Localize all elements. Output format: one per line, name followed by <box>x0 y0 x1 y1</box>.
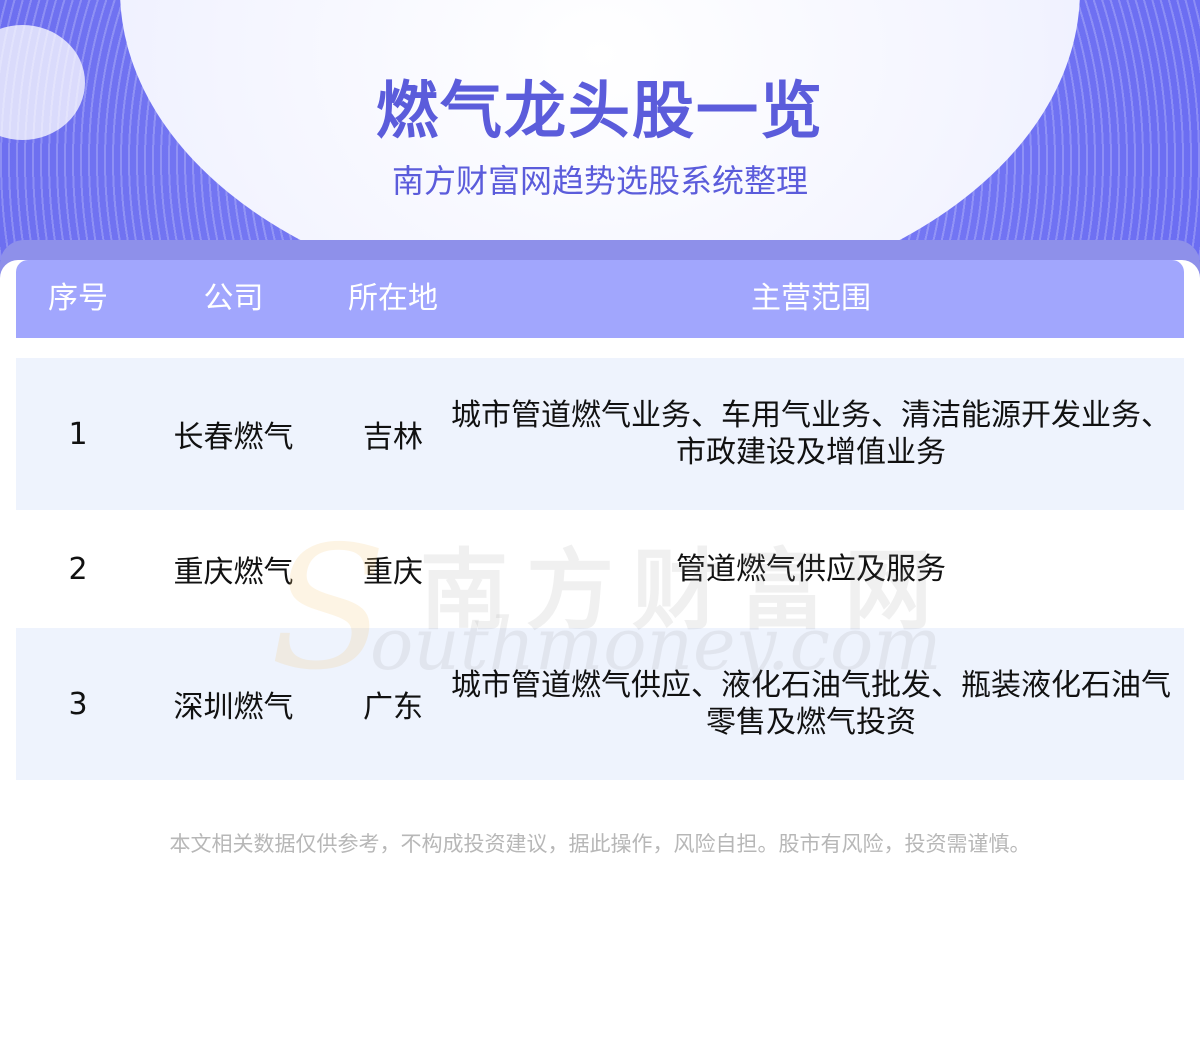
row-index: 3 <box>68 686 88 722</box>
row-business: 管道燃气供应及服务 <box>676 551 946 587</box>
row-business: 城市管道燃气供应、液化石油气批发、瓶装液化石油气零售及燃气投资 <box>451 668 1171 740</box>
table-row: 1 长春燃气 吉林 城市管道燃气业务、车用气业务、清洁能源开发业务、市政建设及增… <box>16 358 1184 510</box>
disclaimer-text: 本文相关数据仅供参考，不构成投资建议，据此操作，风险自担。股市有风险，投资需谨慎… <box>169 832 1031 856</box>
row-company: 重庆燃气 <box>173 555 294 590</box>
table-header: 序号 公司 所在地 主营范围 <box>16 260 1184 338</box>
column-header-company: 公司 <box>203 281 264 316</box>
row-index: 1 <box>68 416 88 452</box>
row-index: 2 <box>68 551 88 587</box>
row-company: 长春燃气 <box>173 420 294 455</box>
row-company: 深圳燃气 <box>173 690 294 725</box>
page-title: 燃气龙头股一览 <box>375 74 824 147</box>
header-banner: 燃气龙头股一览 南方财富网趋势选股系统整理 <box>0 0 1200 290</box>
row-business: 城市管道燃气业务、车用气业务、清洁能源开发业务、市政建设及增值业务 <box>451 398 1171 470</box>
page-subtitle: 南方财富网趋势选股系统整理 <box>391 162 808 200</box>
column-header-business: 主营范围 <box>751 281 871 316</box>
table-row: 2 重庆燃气 重庆 管道燃气供应及服务 <box>16 510 1184 628</box>
column-header-index: 序号 <box>48 281 108 316</box>
table-row: 3 深圳燃气 广东 城市管道燃气供应、液化石油气批发、瓶装液化石油气零售及燃气投… <box>16 628 1184 780</box>
